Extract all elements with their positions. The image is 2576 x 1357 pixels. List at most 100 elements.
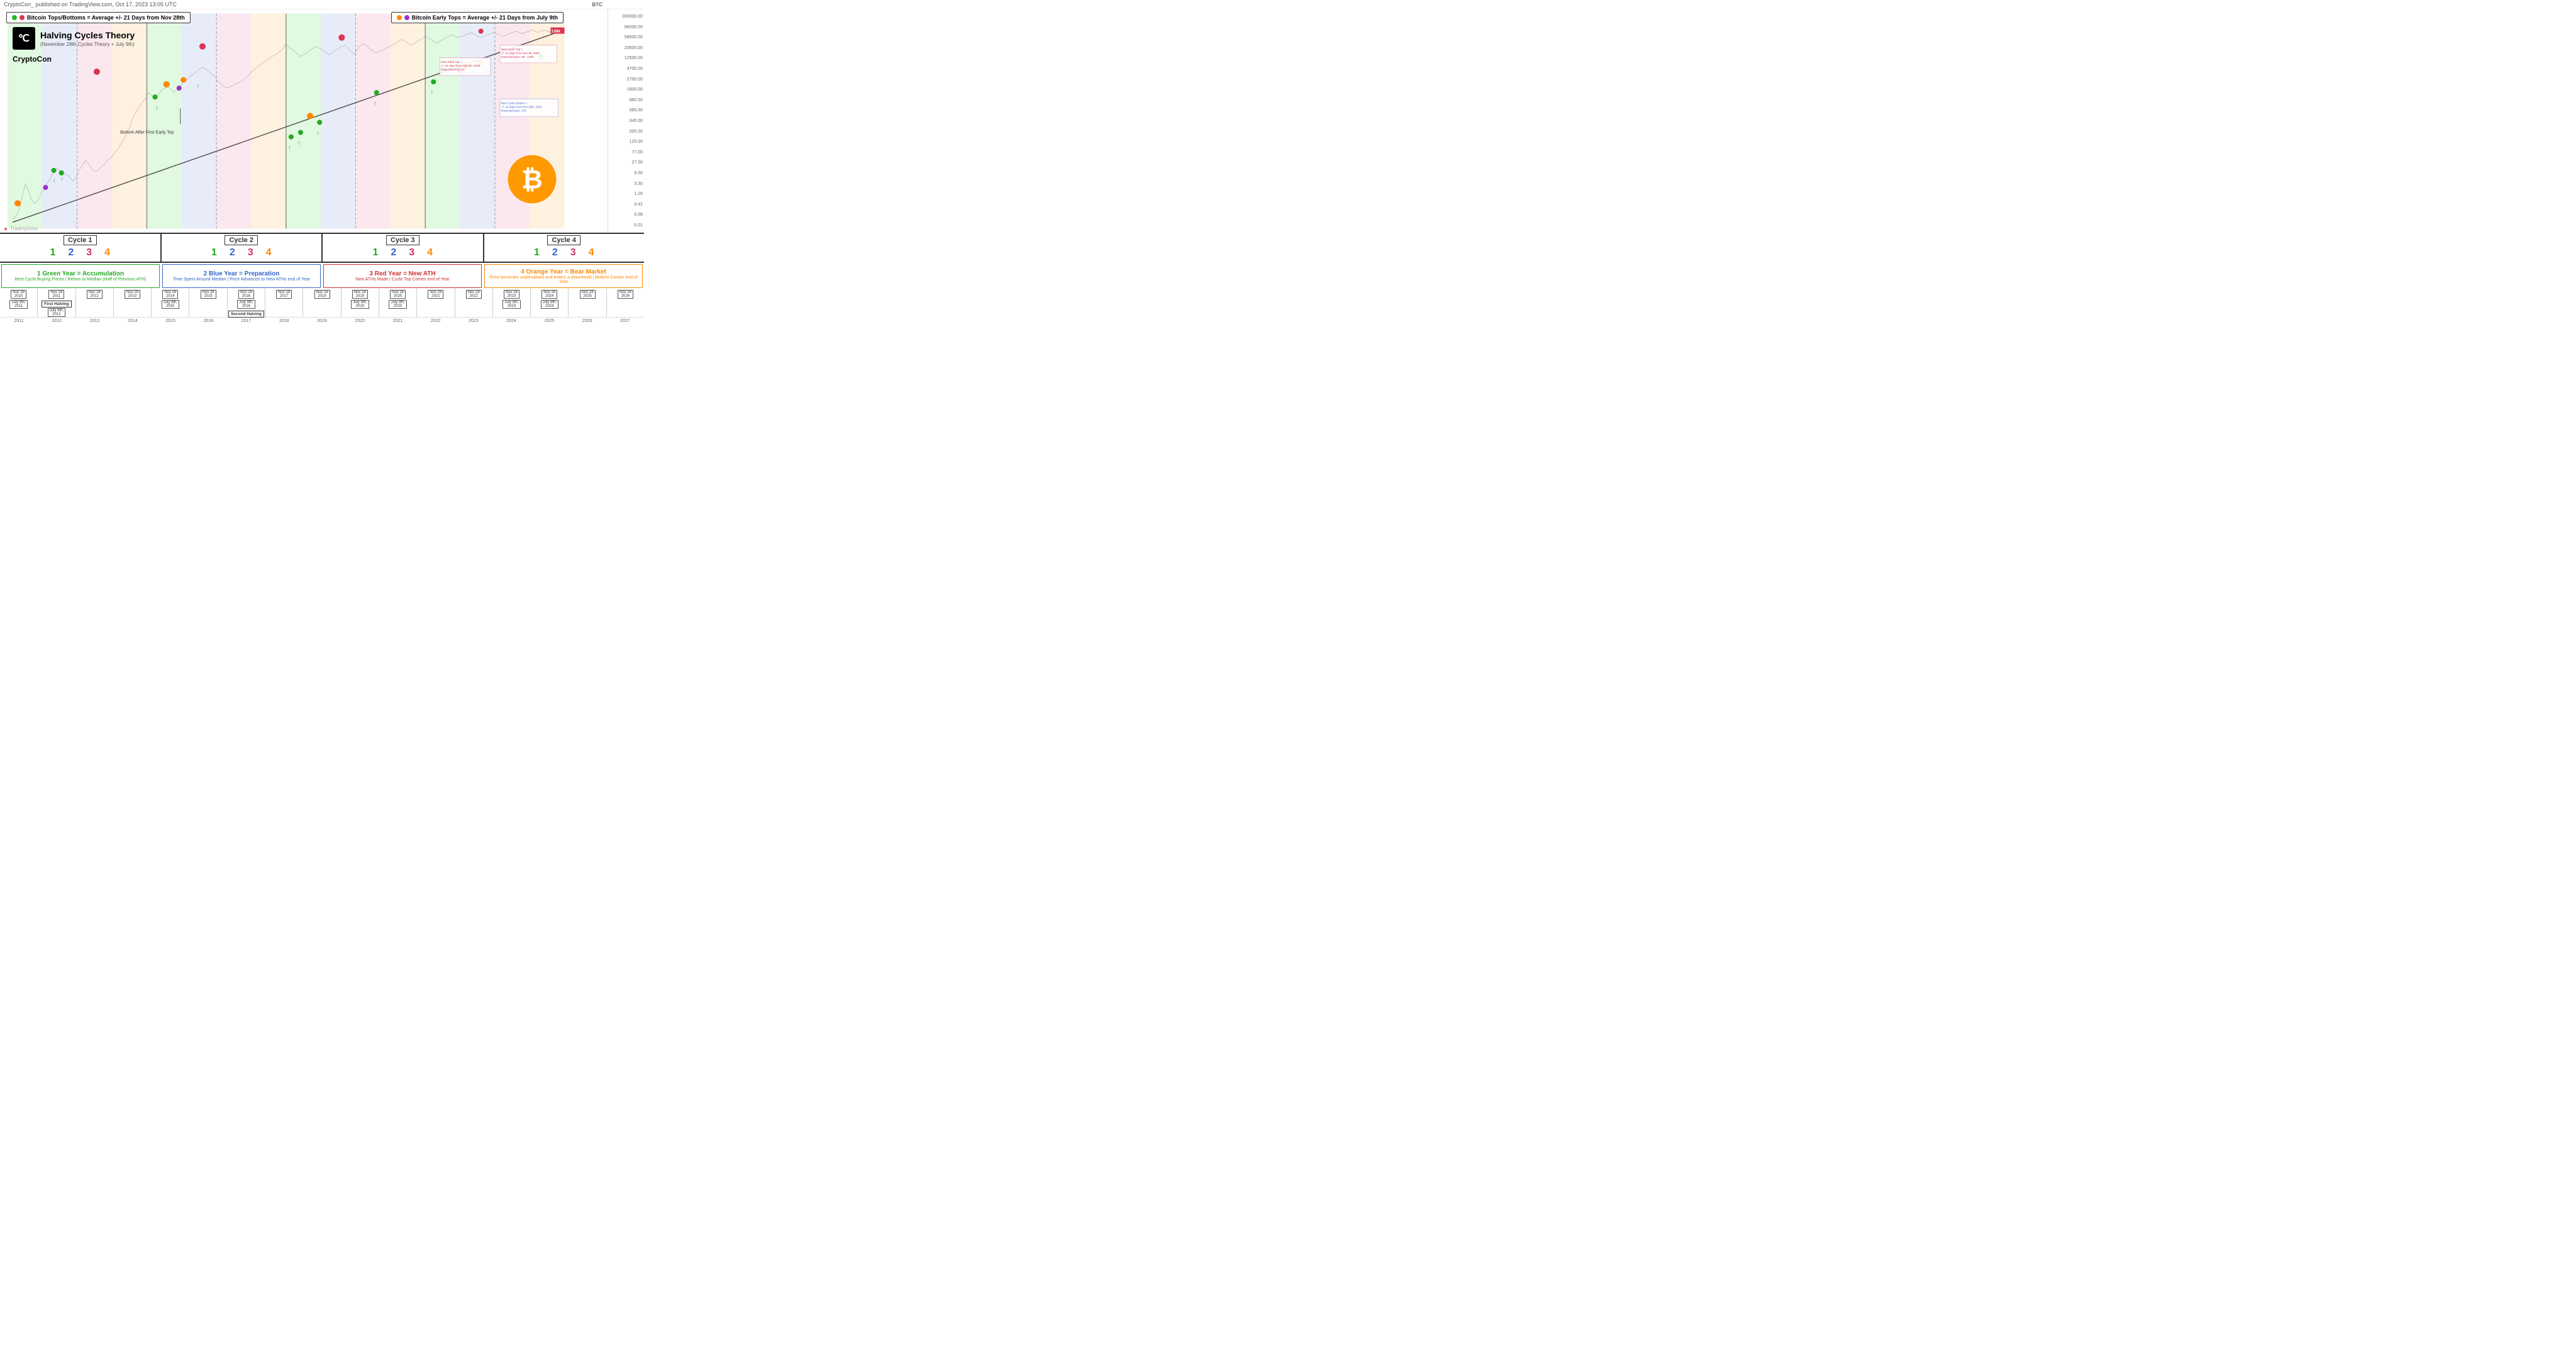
c1-num-3: 3 bbox=[86, 247, 92, 258]
arrow-c3-1: ↑ bbox=[288, 145, 291, 152]
orange-year-desc: 4 Orange Year = Bear Market Price become… bbox=[484, 264, 643, 288]
nov-2016: Nov 282016 bbox=[238, 290, 254, 299]
header-bar: CryptoCon_ published on TradingView.com,… bbox=[0, 0, 644, 9]
pink-dot-c2 bbox=[199, 43, 206, 50]
svg-text:Expected price: 27k: Expected price: 27k bbox=[501, 109, 526, 112]
green-dot-c3-1 bbox=[289, 135, 294, 140]
x-2013: 2013 bbox=[75, 318, 113, 326]
c1-num-1: 1 bbox=[50, 247, 55, 258]
cycle-labels-row: Cycle 1 1 2 3 4 Cycle 2 1 2 3 4 Cycle 3 bbox=[0, 234, 644, 263]
nov-2015: Nov 282015 bbox=[201, 290, 216, 299]
second-halving: Second Halving bbox=[228, 311, 264, 318]
logo-icon: ℃ bbox=[18, 32, 30, 45]
y-val-14: 77.00 bbox=[609, 150, 643, 155]
cycle-bottom: Cycle 1 1 2 3 4 Cycle 2 1 2 3 4 Cycle 3 bbox=[0, 233, 644, 340]
date-col-6: Nov 282015 bbox=[189, 289, 227, 317]
cycle-4-section: Cycle 4 1 2 3 4 bbox=[484, 234, 645, 262]
date-col-14: Nov 282023 July 9th,2023 bbox=[493, 289, 531, 317]
y-val-21: 0.01 bbox=[609, 223, 643, 228]
x-2014: 2014 bbox=[114, 318, 152, 326]
x-2018: 2018 bbox=[265, 318, 303, 326]
c2-num-2: 2 bbox=[230, 247, 235, 258]
arrow-c3-3: ↑ bbox=[316, 130, 319, 137]
nov-2010: Nov 282010 bbox=[11, 290, 26, 299]
arrow-c1-1: ↑ bbox=[53, 178, 56, 185]
date-col-8: Nov 282017 bbox=[265, 289, 303, 317]
x-2021: 2021 bbox=[379, 318, 416, 326]
nov-2011: Nov 282011 bbox=[48, 290, 64, 299]
green-legend-dot bbox=[12, 15, 17, 20]
c1-num-2: 2 bbox=[68, 247, 74, 258]
x-2016: 2016 bbox=[189, 318, 227, 326]
dates-row: Nov 282010 July 9th,2011 Nov 282011 Firs… bbox=[0, 289, 644, 317]
y-val-19: 0.42 bbox=[609, 202, 643, 207]
cycle-2-title: Cycle 2 bbox=[225, 235, 258, 245]
blue-year-desc: 2 Blue Year = Preparation Time Spent Aro… bbox=[162, 264, 321, 288]
y-val-11: 345.00 bbox=[609, 119, 643, 123]
btc-logo: ₿ bbox=[507, 154, 557, 204]
orange-dot-c2b bbox=[180, 77, 186, 83]
red-year-desc: 3 Red Year = New ATH New ATHs Made | Cyc… bbox=[323, 264, 482, 288]
blue-year-title: 2 Blue Year = Preparation bbox=[204, 270, 280, 277]
green-dot-c1-1 bbox=[52, 168, 57, 173]
nov-2026: Nov 282026 bbox=[618, 290, 633, 299]
pink-dot-c3 bbox=[338, 35, 345, 41]
y-val-16: 9.50 bbox=[609, 171, 643, 175]
y-val-20: 0.08 bbox=[609, 213, 643, 217]
arrow-c2: ↑ bbox=[155, 104, 158, 111]
cycle-3-title: Cycle 3 bbox=[386, 235, 419, 245]
y-val-5: 12500.00 bbox=[609, 56, 643, 60]
cycle-1-section: Cycle 1 1 2 3 4 bbox=[0, 234, 162, 262]
chart-wrapper: ↑ ↑ ↑ ↑ ↑ ↑ ↑ ↑ ↑ Bottom After First Ear… bbox=[0, 9, 644, 233]
legend-container: Bitcoin Tops/Bottoms = Average +/- 21 Da… bbox=[6, 12, 564, 23]
date-col-5: Nov 282014 July 9th,2015 bbox=[152, 289, 189, 317]
y-val-9: 960.00 bbox=[609, 98, 643, 102]
date-col-7: Nov 282016 July 9th,2016 Second Halving bbox=[228, 289, 265, 317]
y-val-2: 96000.00 bbox=[609, 25, 643, 30]
purple-dot-c2 bbox=[177, 86, 182, 91]
nov-2024: Nov 282024 bbox=[541, 290, 557, 299]
svg-text:Next Cycle Bottom ≈: Next Cycle Bottom ≈ bbox=[501, 101, 528, 104]
title-box: ℃ Halving Cycles Theory (November 28th C… bbox=[13, 27, 135, 50]
date-col-9: Nov 282018 bbox=[303, 289, 341, 317]
chart-title: Halving Cycles Theory bbox=[40, 30, 135, 41]
svg-text:Expected price: 42: Expected price: 42 bbox=[441, 68, 465, 71]
y-val-18: 1.20 bbox=[609, 192, 643, 196]
july-2020: July 9th,2020 bbox=[389, 300, 406, 309]
title-logo: ℃ bbox=[13, 27, 35, 50]
svg-text:+/- 21 days from July 9th, 202: +/- 21 days from July 9th, 2024 bbox=[441, 64, 480, 67]
purple-legend-dot bbox=[404, 15, 409, 20]
pink-dot-c1 bbox=[94, 69, 100, 75]
cycle-4-numbers: 1 2 3 4 bbox=[534, 247, 594, 258]
legend-box-left: Bitcoin Tops/Bottoms = Average +/- 21 Da… bbox=[6, 12, 191, 23]
y-val-1: 260000.00 bbox=[609, 14, 643, 19]
date-col-16: Nov 282025 bbox=[569, 289, 606, 317]
nov-2014: Nov 282014 bbox=[162, 290, 178, 299]
svg-text:Next Cycle Top ≈: Next Cycle Top ≈ bbox=[501, 48, 523, 51]
main-container: CryptoCon_ published on TradingView.com,… bbox=[0, 0, 644, 340]
green-year-title: 1 Green Year = Accumulation bbox=[37, 270, 124, 277]
nov-2019: Nov 282019 bbox=[352, 290, 368, 299]
nov-2017: Nov 282017 bbox=[276, 290, 292, 299]
legend-right-text: Bitcoin Early Tops = Average +/- 21 Days… bbox=[412, 14, 558, 21]
date-col-12: Nov 282021 bbox=[417, 289, 455, 317]
y-val-17: 3.30 bbox=[609, 182, 643, 186]
first-halving: First Halving bbox=[42, 301, 71, 307]
c2-num-1: 1 bbox=[211, 247, 217, 258]
c3-num-3: 3 bbox=[409, 247, 414, 258]
date-col-2: Nov 282011 First Halving July 9th,2012 bbox=[38, 289, 75, 317]
nov-2025: Nov 282025 bbox=[580, 290, 596, 299]
y-val-12: 205.00 bbox=[609, 130, 643, 134]
date-col-3: Nov 282012 bbox=[76, 289, 114, 317]
nov-2020: Nov 282020 bbox=[390, 290, 406, 299]
arrow-c3-4: ↑ bbox=[374, 100, 377, 107]
orange-legend-dot bbox=[397, 15, 402, 20]
arrow-c1-2: ↑ bbox=[60, 176, 64, 183]
orange-dot-c2 bbox=[164, 81, 170, 87]
x-2022: 2022 bbox=[417, 318, 455, 326]
date-col-10: Nov 282019 July 9th,2019 bbox=[341, 289, 379, 317]
orange-year-title: 4 Orange Year = Bear Market bbox=[521, 269, 606, 275]
c4-num-1: 1 bbox=[534, 247, 540, 258]
orange-dot-c3 bbox=[307, 113, 313, 119]
x-2024: 2024 bbox=[492, 318, 530, 326]
